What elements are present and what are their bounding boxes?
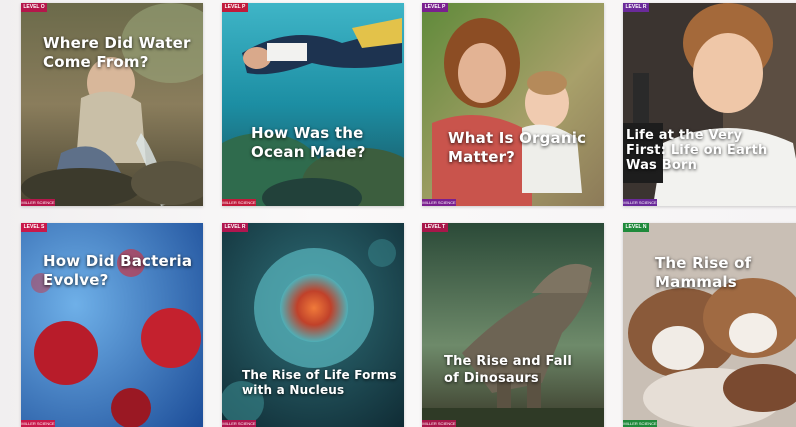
cover-image-boy-microscope xyxy=(623,3,796,206)
level-badge: LEVEL O xyxy=(21,3,47,12)
book-grid: Where Did Water Come From? LEVEL O MILLER… xyxy=(0,0,796,427)
publisher-badge: MILLER SCIENCE xyxy=(21,199,55,206)
book-title: Life at the Very First: Life on Earth Was … xyxy=(626,128,768,173)
publisher-badge: MILLER SCIENCE xyxy=(422,199,456,206)
book-card-first-life[interactable]: Life at the Very First: Life on Earth Was … xyxy=(623,3,796,206)
publisher-badge: MILLER SCIENCE xyxy=(222,420,256,427)
book-title: Where Did Water Come From? xyxy=(43,34,191,71)
level-badge: LEVEL T xyxy=(422,223,448,232)
book-card-organic-matter[interactable]: What Is Organic Matter? LEVEL P MILLER SC… xyxy=(422,3,604,206)
book-title: The Rise of Mammals xyxy=(655,254,752,291)
level-badge: LEVEL R xyxy=(222,223,248,232)
book-title: The Rise of Life Forms with a Nucleus xyxy=(242,368,397,397)
publisher-badge: MILLER SCIENCE xyxy=(222,199,256,206)
book-card-ocean[interactable]: How Was the Ocean Made? LEVEL P MILLER SC… xyxy=(222,3,404,206)
book-card-dinosaurs[interactable]: The Rise and Fall of Dinosaurs LEVEL T MI… xyxy=(422,223,604,427)
book-card-water[interactable]: Where Did Water Come From? LEVEL O MILLER… xyxy=(21,3,203,206)
book-title: The Rise and Fall of Dinosaurs xyxy=(444,354,573,386)
book-card-nucleus[interactable]: The Rise of Life Forms with a Nucleus LEV… xyxy=(222,223,404,427)
publisher-badge: MILLER SCIENCE xyxy=(623,420,657,427)
level-badge: LEVEL P xyxy=(222,3,248,12)
book-title: How Did Bacteria Evolve? xyxy=(43,252,193,289)
book-title: How Was the Ocean Made? xyxy=(251,124,366,161)
cover-image-mother-child xyxy=(422,3,604,206)
publisher-badge: MILLER SCIENCE xyxy=(21,420,55,427)
book-title: What Is Organic Matter? xyxy=(448,129,587,166)
level-badge: LEVEL R xyxy=(623,3,649,12)
publisher-badge: MILLER SCIENCE xyxy=(623,199,657,206)
level-badge: LEVEL N xyxy=(623,223,649,232)
cover-image-dinosaur xyxy=(422,223,604,427)
book-card-bacteria[interactable]: How Did Bacteria Evolve? LEVEL S MILLER S… xyxy=(21,223,203,427)
level-badge: LEVEL P xyxy=(422,3,448,12)
book-card-mammals[interactable]: The Rise of Mammals LEVEL N MILLER SCIENC… xyxy=(623,223,796,427)
level-badge: LEVEL S xyxy=(21,223,47,232)
cover-image-diver xyxy=(222,3,404,206)
publisher-badge: MILLER SCIENCE xyxy=(422,420,456,427)
